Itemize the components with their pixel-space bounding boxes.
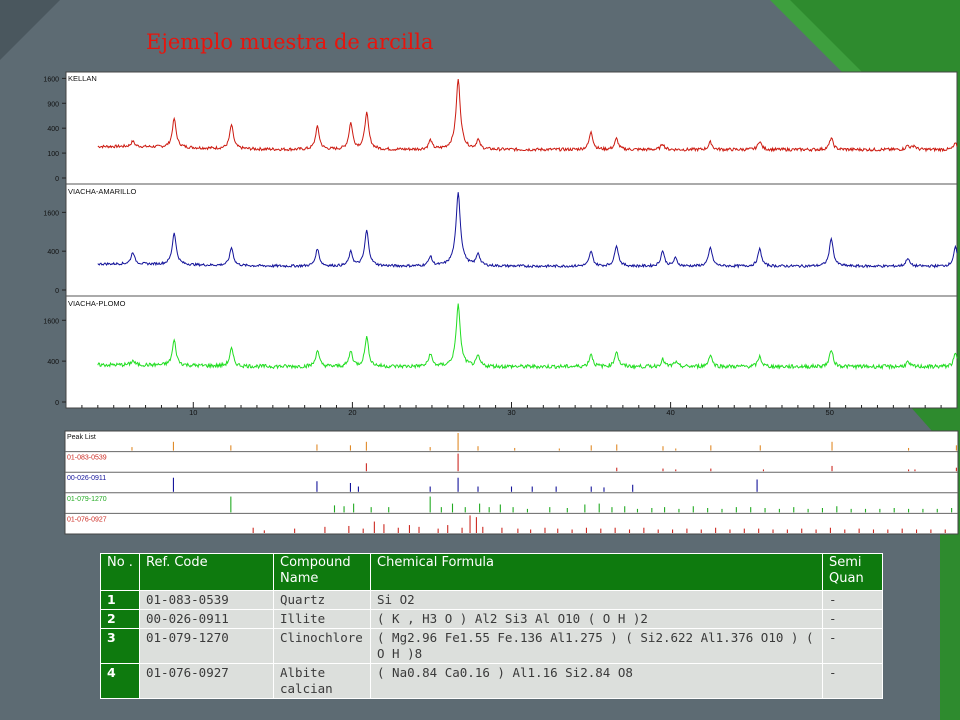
cell-ref-code: 01-076-0927 [139,663,274,699]
table-header-row: No . Ref. Code Compound Name Chemical Fo… [100,553,883,591]
slide-title: Ejemplo muestra de arcilla [146,30,434,54]
x-tick-label: 10 [189,408,197,415]
cell-chemical-formula: ( Na0.84 Ca0.16 ) Al1.16 Si2.84 O8 [370,663,823,699]
header-chemical-formula: Chemical Formula [370,553,823,591]
y-tick-label: 400 [47,249,59,256]
header-semi-quan: Semi Quan [822,553,883,591]
plot-area [65,71,958,409]
reference-label: 01-079-1270 [67,496,107,503]
reference-label: 00-026-0911 [67,475,106,482]
reference-peak-list-chart: Peak List 01-083-0539 00-026-0911 01-079-12… [64,430,959,535]
x-tick-label: 40 [666,408,674,415]
cell-chemical-formula: ( Mg2.96 Fe1.55 Fe.136 Al1.275 ) ( Si2.6… [370,628,823,664]
header-ref-code: Ref. Code [139,553,274,591]
table-row: 4 01-076-0927 Albite calcian ( Na0.84 Ca… [100,663,883,699]
cell-ref-code: 00-026-0911 [139,609,274,629]
x-tick-label: 20 [348,408,356,415]
y-tick-label: 0 [55,288,59,295]
y-tick-label: 0 [55,176,59,183]
x-tick-label: 50 [826,408,834,415]
cell-compound-name: Quartz [273,590,371,610]
table-row: 3 01-079-1270 Clinochlore ( Mg2.96 Fe1.5… [100,628,883,664]
cell-compound-name: Clinochlore [273,628,371,664]
header-compound-name: Compound Name [273,553,371,591]
reference-label: 01-076-0927 [67,516,107,523]
cell-semi-quan: - [822,663,883,699]
cell-ref-code: 01-083-0539 [139,590,274,610]
compound-table: No . Ref. Code Compound Name Chemical Fo… [100,553,883,699]
y-tick-label: 1600 [43,210,59,217]
table-row: 1 01-083-0539 Quartz Si O2 - [100,590,883,610]
cell-no: 3 [100,628,140,664]
cell-semi-quan: - [822,628,883,664]
cell-no: 4 [100,663,140,699]
cell-semi-quan: - [822,609,883,629]
panel-label: VIACHA-PLOMO [68,299,126,308]
cell-chemical-formula: ( K , H3 O ) Al2 Si3 Al O10 ( O H )2 [370,609,823,629]
cell-semi-quan: - [822,590,883,610]
reference-label: Peak List [67,434,96,441]
table-row: 2 00-026-0911 Illite ( K , H3 O ) Al2 Si… [100,609,883,629]
reference-area [64,430,959,535]
xrd-pattern-chart: 01004009001600 KELLAN04001600VIACHA-AMARI… [43,71,958,415]
cell-compound-name: Albite calcian [273,663,371,699]
y-tick-label: 100 [47,151,59,158]
header-no: No . [100,553,140,591]
cell-compound-name: Illite [273,609,371,629]
x-tick-label: 30 [507,408,515,415]
y-tick-label: 1600 [43,76,59,83]
y-tick-label: 1600 [43,318,59,325]
cell-chemical-formula: Si O2 [370,590,823,610]
panel-label: VIACHA-AMARILLO [68,187,137,196]
y-tick-label: 400 [47,126,59,133]
cell-no: 2 [100,609,140,629]
reference-label: 01-083-0539 [67,455,107,462]
cell-no: 1 [100,590,140,610]
y-tick-label: 0 [55,400,59,407]
cell-ref-code: 01-079-1270 [139,628,274,664]
y-tick-label: 900 [47,101,59,108]
panel-label: KELLAN [68,74,97,83]
y-tick-label: 400 [47,359,59,366]
